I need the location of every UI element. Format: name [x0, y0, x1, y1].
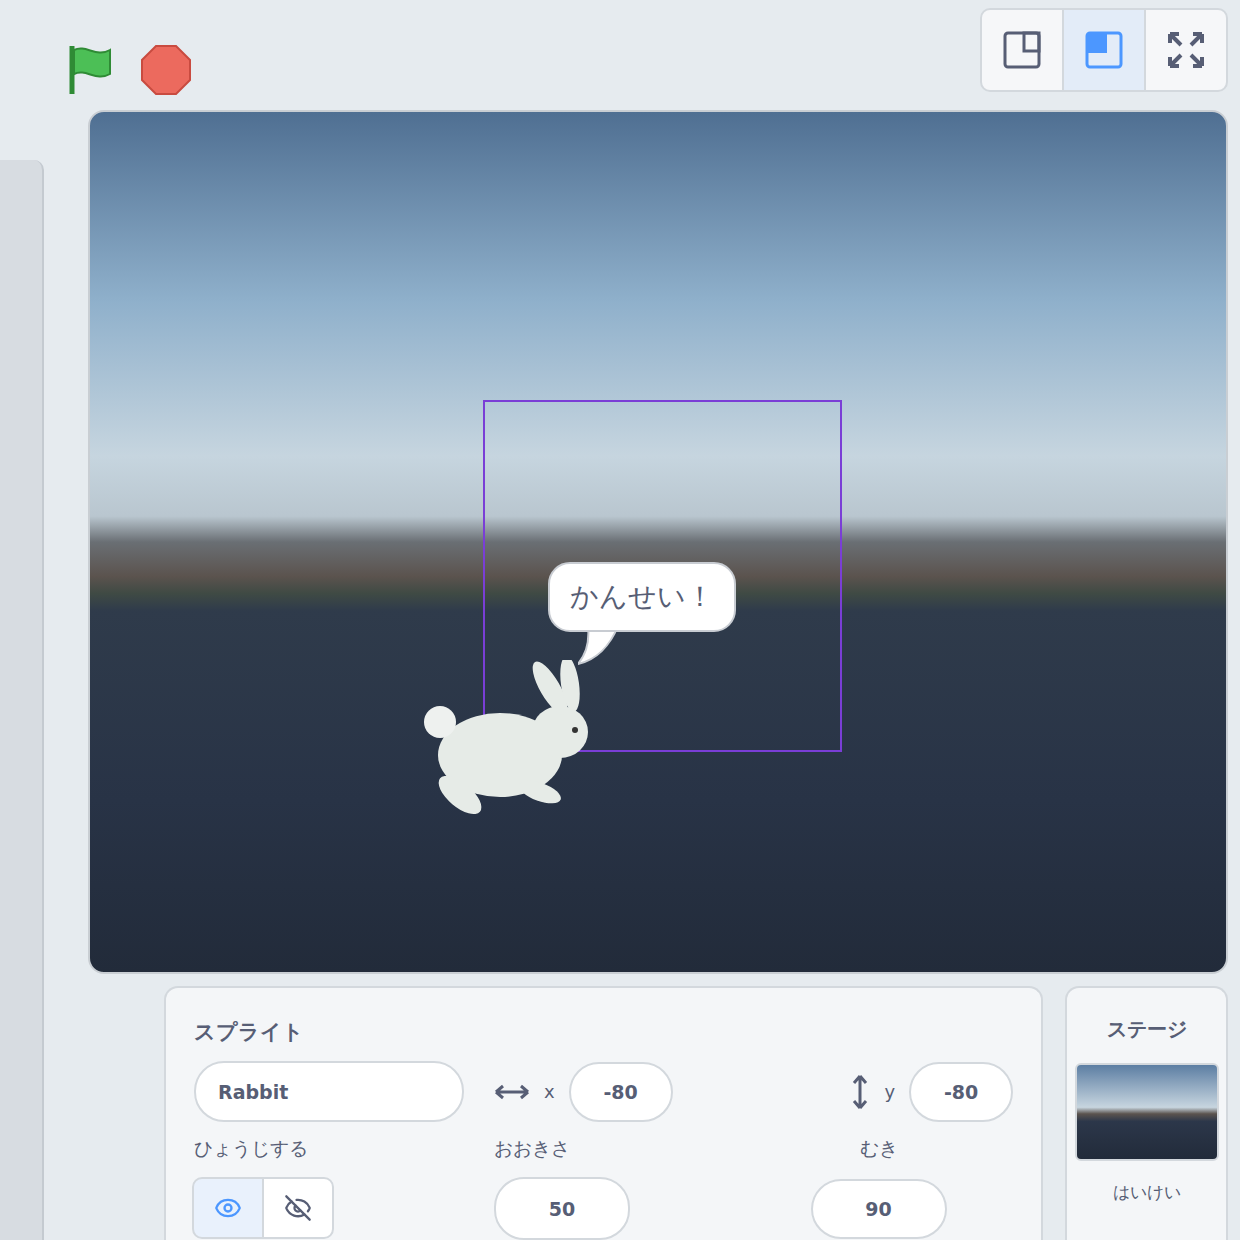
show-button[interactable] [192, 1177, 264, 1239]
fullscreen-mode-button[interactable] [1144, 8, 1228, 92]
stage-panel[interactable]: ステージはいけい [1065, 986, 1228, 1240]
show-label: ひょうじする [194, 1136, 494, 1163]
eye-off-icon [284, 1194, 312, 1222]
code-area-edge [0, 160, 44, 1240]
direction-field: 90 [744, 1177, 1013, 1240]
hide-button[interactable] [262, 1177, 334, 1239]
bubble-tail-icon [578, 626, 628, 666]
sprite-heading: スプライト [194, 1018, 1013, 1047]
rabbit-sprite-icon[interactable] [410, 660, 590, 830]
info-row: スプライト Rabbit x-80y-80 ひょうじするおおきさむき 50 90 ステージは… [60, 986, 1228, 1240]
stage-column: かんせい！ スプライト Rabbit x-80y-80 ひょうじするおおきさむき 50 90… [44, 0, 1240, 1240]
small-mode-button[interactable] [980, 8, 1064, 92]
visibility-toggle [194, 1177, 494, 1240]
large-mode-button[interactable] [1062, 8, 1146, 92]
backdrop-label: はいけい [1113, 1181, 1181, 1204]
stage-header [60, 30, 1228, 110]
size-label: おおきさ [494, 1136, 744, 1163]
eye-icon [214, 1194, 242, 1222]
large-stage-icon [1084, 30, 1124, 70]
x-input[interactable]: -80 [569, 1062, 673, 1122]
green-flag-icon[interactable] [64, 42, 116, 98]
horizontal-arrow-icon [494, 1082, 530, 1102]
y-field: y-80 [744, 1061, 1013, 1122]
stage[interactable]: かんせい！ [88, 110, 1228, 974]
fullscreen-icon [1166, 30, 1206, 70]
scratch-editor: かんせい！ スプライト Rabbit x-80y-80 ひょうじするおおきさむき 50 90… [0, 0, 1240, 1240]
sprite-name-field[interactable]: Rabbit [194, 1061, 464, 1122]
small-stage-icon [1002, 30, 1042, 70]
stage-thumbnail[interactable] [1075, 1063, 1219, 1161]
speech-bubble: かんせい！ [548, 562, 736, 632]
x-field: x-80 [494, 1061, 744, 1122]
stage-heading: ステージ [1107, 1016, 1187, 1043]
direction-input[interactable]: 90 [811, 1179, 947, 1239]
stage-mode-group [982, 8, 1228, 92]
sprite-info-panel: スプライト Rabbit x-80y-80 ひょうじするおおきさむき 50 90 [164, 986, 1043, 1240]
y-input[interactable]: -80 [909, 1062, 1013, 1122]
stop-icon[interactable] [140, 44, 192, 96]
direction-label: むき [744, 1136, 1013, 1163]
size-input[interactable]: 50 [494, 1177, 630, 1240]
vertical-arrow-icon [850, 1074, 870, 1110]
